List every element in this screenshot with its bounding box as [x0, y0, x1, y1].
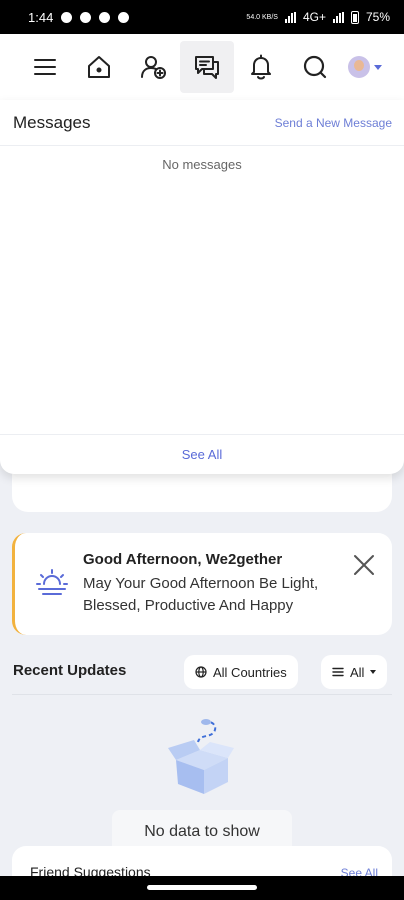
messages-button[interactable]	[180, 41, 234, 93]
list-icon	[332, 667, 344, 677]
no-messages-text: No messages	[162, 157, 242, 172]
facebook-icon	[99, 11, 111, 23]
top-navbar	[0, 34, 404, 100]
close-icon[interactable]	[352, 553, 376, 577]
sunrise-icon	[36, 569, 68, 595]
country-filter-label: All Countries	[213, 664, 287, 680]
gesture-bar	[0, 876, 404, 900]
messages-title: Messages	[13, 112, 91, 132]
notifications-button[interactable]	[234, 41, 288, 93]
greeting-card: Good Afternoon, We2gether May Your Good …	[12, 533, 392, 635]
add-friend-icon	[141, 56, 166, 79]
recent-updates-title: Recent Updates	[13, 662, 127, 679]
network-speed: 54.0 KB/S	[246, 13, 278, 21]
search-button[interactable]	[288, 41, 342, 93]
see-all-messages-link[interactable]: See All	[0, 434, 404, 474]
battery-icon	[350, 10, 359, 24]
battery-level: 75%	[365, 10, 390, 24]
status-time: 1:44	[28, 9, 54, 25]
empty-box-icon	[168, 719, 234, 794]
menu-button[interactable]	[18, 41, 72, 93]
search-icon	[303, 55, 327, 79]
network-type: 4G+	[302, 10, 326, 24]
menu-icon	[34, 59, 56, 75]
messages-panel-header: Messages Send a New Message	[0, 100, 404, 146]
signal-icon	[284, 11, 296, 23]
notification-icon	[61, 11, 73, 23]
friends-button[interactable]	[126, 41, 180, 93]
notification-icon	[80, 11, 92, 23]
divider	[12, 694, 392, 695]
signal-icon	[332, 11, 344, 23]
avatar	[348, 56, 370, 78]
greeting-message: May Your Good Afternoon Be Light, Blesse…	[83, 575, 319, 614]
messages-panel: Messages Send a New Message No messages …	[0, 100, 404, 474]
home-icon	[88, 56, 110, 78]
send-new-message-link[interactable]: Send a New Message	[275, 116, 392, 130]
type-filter-button[interactable]: All	[321, 655, 388, 689]
status-bar: 1:44 54.0 KB/S 4G+ 75%	[0, 0, 404, 34]
profile-menu[interactable]	[348, 56, 382, 78]
country-filter-button[interactable]: All Countries	[184, 655, 298, 689]
chevron-down-icon	[370, 670, 377, 674]
recent-updates-header: Recent Updates All Countries All	[0, 652, 404, 692]
bell-icon	[251, 54, 271, 80]
type-filter-label: All	[350, 664, 365, 680]
home-gesture-handle[interactable]	[147, 885, 257, 890]
globe-icon	[195, 666, 207, 678]
home-button[interactable]	[72, 41, 126, 93]
chevron-down-icon	[374, 64, 382, 70]
notification-icon	[118, 11, 130, 23]
greeting-title: Good Afternoon, We2gether	[83, 551, 283, 568]
messages-icon	[195, 56, 219, 79]
